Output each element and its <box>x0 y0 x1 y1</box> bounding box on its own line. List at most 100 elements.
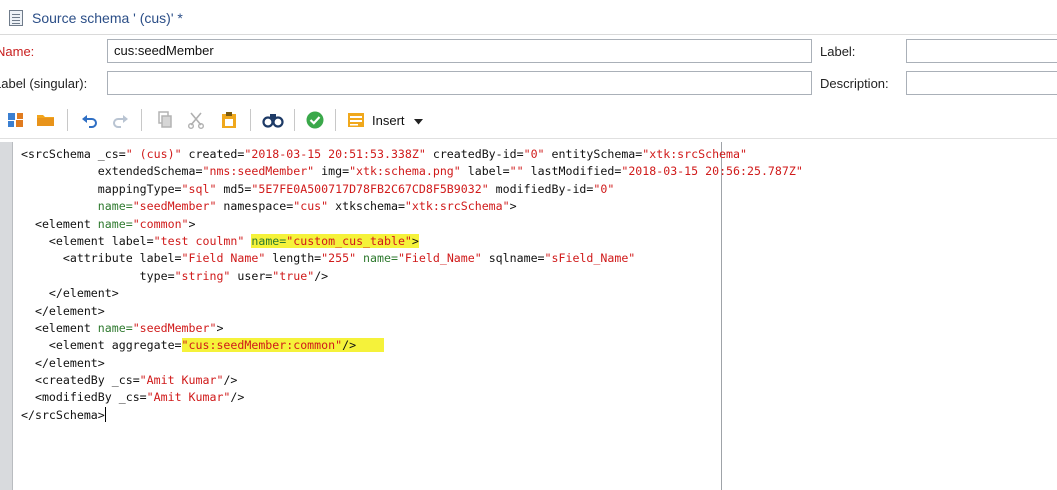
name-row: Name: cus:seedMember Label: <box>0 38 1057 68</box>
code-token: </element> <box>21 286 119 301</box>
code-line: <element label="test coulmn" name="custo… <box>21 233 803 250</box>
window-titlebar: Source schema ' (cus)' * <box>0 0 1057 35</box>
code-token: "sql" <box>181 181 217 196</box>
code-token: "" <box>509 164 524 179</box>
code-line: <modifiedBy _cs="Amit Kumar"/> <box>21 389 803 406</box>
code-line: </srcSchema> <box>21 406 803 424</box>
code-token: "Field_Name" <box>397 251 482 266</box>
code-token: type= <box>21 268 175 283</box>
code-token: <attribute label= <box>21 251 182 266</box>
code-token: name= <box>363 251 398 266</box>
toolbar-separator <box>294 109 295 131</box>
code-token: created= <box>181 147 245 161</box>
validate-icon[interactable] <box>304 109 326 131</box>
code-token: " (cus)" <box>125 147 182 161</box>
xml-editor[interactable]: <srcSchema _cs=" (cus)" created="2018-03… <box>0 142 1057 490</box>
code-token: /> <box>314 268 329 283</box>
code-line: <attribute label="Field Name" length="25… <box>21 250 803 267</box>
code-line: </element> <box>21 355 803 372</box>
highlighted-token: name= <box>251 233 287 248</box>
toolbar-separator <box>250 109 251 131</box>
find-icon[interactable] <box>262 109 284 131</box>
code-token: "2018-03-15 20:51:53.338Z" <box>244 147 426 161</box>
code-token: sqlname= <box>481 251 545 266</box>
code-token: <element <box>21 320 98 335</box>
code-line: mappingType="sql" md5="5E7FE0A500717D78F… <box>21 181 803 198</box>
code-token: "xtk:srcSchema" <box>404 199 510 214</box>
code-token: modifiedBy-id= <box>488 181 594 196</box>
insert-label: Insert <box>372 112 405 128</box>
code-token: xtkschema= <box>328 199 405 214</box>
code-token: _cs= <box>111 373 140 388</box>
paste-icon[interactable] <box>218 109 240 131</box>
copy-icon[interactable] <box>153 109 175 131</box>
description-input[interactable] <box>906 71 1057 95</box>
code-token: "string" <box>174 268 231 283</box>
code-token: "2018-03-15 20:56:25.787Z" <box>621 164 803 179</box>
code-line: type="string" user="true"/> <box>21 268 803 285</box>
insert-button[interactable]: Insert <box>347 108 423 132</box>
code-token: md5= <box>216 181 252 196</box>
code-token: > <box>509 199 517 214</box>
code-token: user= <box>230 268 273 283</box>
code-token: <element aggregate= <box>21 338 182 353</box>
code-line: <createdBy _cs="Amit Kumar"/> <box>21 372 803 389</box>
code-line: <srcSchema _cs=" (cus)" created="2018-03… <box>21 146 803 163</box>
new-schema-icon[interactable] <box>5 109 27 131</box>
code-line: <element name="seedMember"> <box>21 320 803 337</box>
code-token: /> <box>230 390 245 405</box>
code-token: length= <box>265 251 322 266</box>
highlighted-token: > <box>411 233 419 248</box>
label-singular-input[interactable] <box>107 71 812 95</box>
code-token: </srcSchema> <box>21 407 105 422</box>
code-token: entitySchema= <box>544 147 643 161</box>
label-label: Label: <box>820 44 856 59</box>
description-label: Description: <box>820 76 889 91</box>
code-token: <srcSchema <box>21 147 98 161</box>
open-folder-icon[interactable] <box>35 109 57 131</box>
code-token: "cus" <box>293 199 329 214</box>
code-line: </element> <box>21 285 803 302</box>
toolbar-separator <box>67 109 68 131</box>
code-token: "0" <box>523 147 545 161</box>
code-line: name="seedMember" namespace="cus" xtksch… <box>21 198 803 215</box>
code-token: "Field Name" <box>181 251 266 266</box>
code-token: _cs= <box>118 390 147 405</box>
window-title: Source schema ' (cus)' * <box>32 10 183 26</box>
code-token: "255" <box>321 251 357 266</box>
code-token: <createdBy <box>21 373 112 388</box>
code-line: <element name="common"> <box>21 216 803 233</box>
toolbar-separator <box>335 109 336 131</box>
redo-icon[interactable] <box>109 109 131 131</box>
code-token: "sField_Name" <box>544 251 636 266</box>
code-token: "common" <box>132 216 189 231</box>
schema-document-icon <box>9 10 23 26</box>
code-token: name= <box>97 320 133 335</box>
editor-toolbar: Insert <box>0 102 1057 139</box>
code-token: namespace= <box>216 199 294 214</box>
label-input[interactable] <box>906 39 1057 63</box>
code-token: "seedMember" <box>132 320 217 335</box>
name-input[interactable]: cus:seedMember <box>107 39 812 63</box>
code-token: lastModified= <box>523 164 622 179</box>
label-singular-label: Label (singular): <box>0 76 88 91</box>
toolbar-separator <box>141 109 142 131</box>
gutter-border <box>12 142 13 490</box>
highlighted-token <box>356 338 384 353</box>
code-token: > <box>216 320 224 335</box>
code-token: img= <box>314 164 350 179</box>
name-label: Name: <box>0 44 35 59</box>
code-token: "true" <box>272 268 315 283</box>
code-token: > <box>188 216 196 231</box>
code-token: "test coulmn" <box>153 233 245 248</box>
cut-icon[interactable] <box>185 109 207 131</box>
code-line: <element aggregate="cus:seedMember:commo… <box>21 337 803 354</box>
code-token: "seedMember" <box>132 199 217 214</box>
chevron-down-icon <box>413 113 423 128</box>
editor-gutter <box>0 142 12 490</box>
code-line: </element> <box>21 303 803 320</box>
xml-source-code[interactable]: <srcSchema _cs=" (cus)" created="2018-03… <box>21 146 803 424</box>
code-token: label= <box>460 164 510 179</box>
undo-icon[interactable] <box>79 109 101 131</box>
